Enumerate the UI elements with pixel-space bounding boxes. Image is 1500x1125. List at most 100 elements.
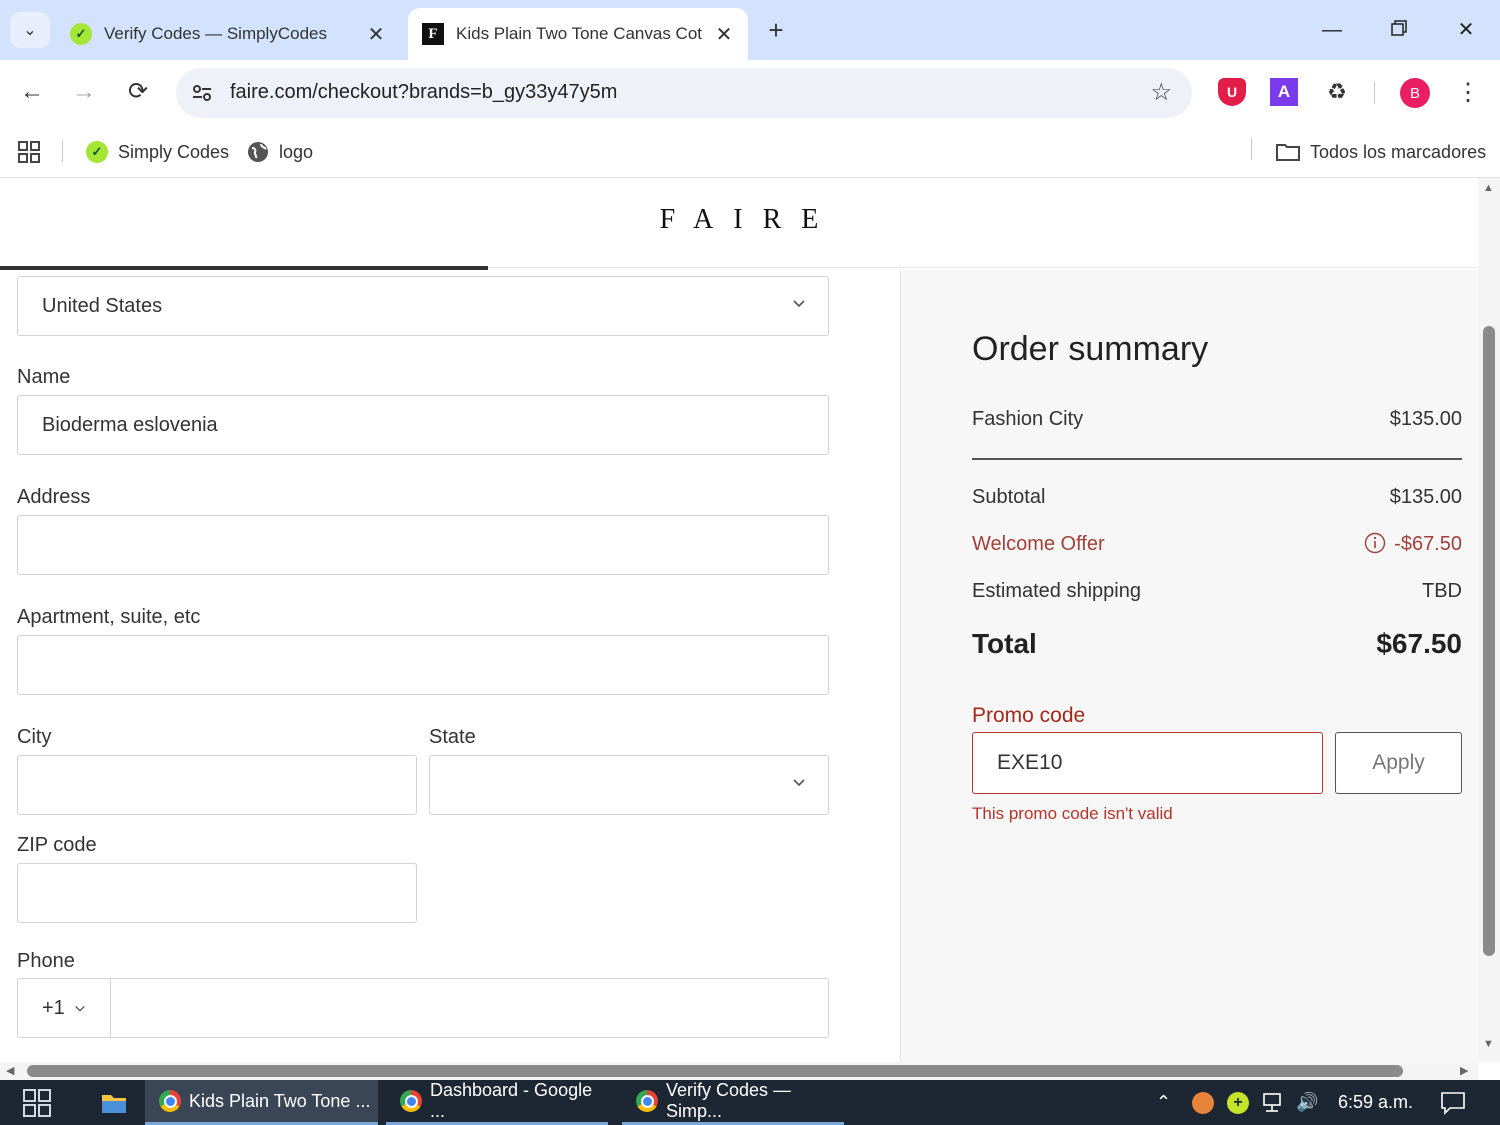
zip-label: ZIP code [17, 834, 97, 856]
info-icon[interactable] [1364, 532, 1386, 560]
bookmark-star-icon[interactable]: ☆ [1150, 78, 1172, 107]
extensions-puzzle-icon[interactable]: ♻ [1323, 78, 1351, 106]
url-text: faire.com/checkout?brands=b_gy33y47y5m [230, 81, 618, 103]
scroll-left-arrow-icon[interactable]: ◀ [6, 1064, 14, 1077]
taskbar-item-label: Kids Plain Two Tone ... [189, 1090, 371, 1111]
bookmark-label: logo [279, 141, 314, 162]
chevron-down-icon [75, 1005, 85, 1012]
chrome-icon [400, 1090, 422, 1112]
simplycodes-icon: ✓ [70, 23, 92, 45]
scroll-up-arrow-icon[interactable]: ▲ [1483, 182, 1494, 194]
brand-amount: $135.00 [1389, 408, 1462, 430]
network-icon[interactable] [1262, 1080, 1286, 1125]
promo-code-input[interactable]: EXE10 [972, 732, 1323, 794]
city-input[interactable] [17, 755, 417, 815]
apartment-input[interactable] [17, 635, 829, 695]
globe-icon [247, 141, 269, 163]
horizontal-scrollbar[interactable]: ◀ ▶ [0, 1062, 1478, 1080]
phone-country-code-select[interactable]: +1 [17, 978, 111, 1038]
profile-avatar[interactable]: B [1400, 78, 1430, 108]
bookmarks-separator [1251, 138, 1252, 160]
apartment-label: Apartment, suite, etc [17, 606, 201, 628]
subtotal-label: Subtotal [972, 486, 1046, 508]
name-label: Name [17, 366, 71, 388]
chevron-down-icon [793, 300, 805, 308]
checkout-page: FAIRE United States Name Bioderma eslove… [0, 178, 1478, 1062]
bookmark-logo[interactable]: logo [247, 136, 313, 168]
address-bar[interactable]: faire.com/checkout?brands=b_gy33y47y5m ☆ [176, 68, 1192, 118]
simplycodes-icon: ✓ [86, 141, 108, 163]
vertical-scrollbar[interactable]: ▲ ▼ [1478, 178, 1500, 1062]
state-select[interactable] [429, 755, 829, 815]
shipping-form: United States Name Bioderma eslovenia Ad… [0, 270, 900, 1062]
welcome-offer-label: Welcome Offer [972, 533, 1105, 555]
ublock-extension-icon[interactable]: U [1218, 78, 1246, 106]
name-input[interactable]: Bioderma eslovenia [17, 395, 829, 455]
address-input[interactable] [17, 515, 829, 575]
bookmark-label: Simply Codes [118, 141, 230, 162]
city-label: City [17, 726, 52, 748]
chevron-down-icon [793, 779, 805, 787]
phone-label: Phone [17, 950, 75, 972]
subtotal-amount: $135.00 [1389, 486, 1462, 508]
faire-logo[interactable]: FAIRE [0, 204, 1478, 236]
tray-simplycodes-icon[interactable]: + [1227, 1080, 1249, 1125]
windows-taskbar: Kids Plain Two Tone ... Dashboard - Goog… [0, 1080, 1500, 1125]
order-summary-title: Order summary [972, 330, 1209, 368]
browser-tabstrip: ⌄ ✓ Verify Codes — SimplyCodes ✕ F Kids … [0, 0, 1500, 60]
taskbar-item-verify-codes[interactable]: Verify Codes — Simp... [622, 1080, 844, 1125]
country-select[interactable]: United States [17, 276, 829, 336]
all-bookmarks-folder[interactable]: Todos los marcadores [1276, 136, 1486, 168]
vertical-scroll-thumb[interactable] [1483, 326, 1495, 956]
apps-grid-icon[interactable] [18, 136, 40, 168]
forward-arrow-icon[interactable]: → [66, 74, 102, 110]
volume-icon[interactable]: 🔊 [1296, 1080, 1318, 1125]
phone-input[interactable] [110, 978, 829, 1038]
show-hidden-icons-icon[interactable]: ⌃ [1156, 1080, 1171, 1125]
brand-name: Fashion City [972, 408, 1084, 430]
scroll-right-arrow-icon[interactable]: ▶ [1460, 1064, 1468, 1077]
back-arrow-icon[interactable]: ← [14, 74, 50, 110]
new-tab-button[interactable]: + [760, 14, 792, 46]
total-amount: $67.50 [1376, 628, 1462, 659]
phone-code: +1 [42, 996, 65, 1019]
minimize-icon[interactable]: — [1310, 12, 1354, 48]
kebab-menu-icon[interactable]: ⋮ [1454, 78, 1482, 108]
chrome-icon [159, 1090, 181, 1112]
welcome-offer-amount: -$67.50 [1394, 533, 1462, 555]
file-explorer-icon[interactable] [86, 1080, 128, 1125]
taskbar-item-faire[interactable]: Kids Plain Two Tone ... [145, 1080, 378, 1125]
apply-promo-button[interactable]: Apply [1335, 732, 1462, 794]
system-clock[interactable]: 6:59 a.m. [1338, 1080, 1413, 1125]
tray-app-icon[interactable] [1192, 1080, 1214, 1125]
zip-input[interactable] [17, 863, 417, 923]
close-window-icon[interactable]: ✕ [1444, 12, 1488, 48]
promo-code-label: Promo code [972, 704, 1086, 727]
restore-icon[interactable] [1377, 12, 1421, 48]
taskbar-item-dashboard[interactable]: Dashboard - Google ... [386, 1080, 608, 1125]
address-label: Address [17, 486, 91, 508]
horizontal-scroll-thumb[interactable] [27, 1065, 1403, 1077]
reload-icon[interactable]: ⟳ [120, 74, 156, 110]
bookmark-simply-codes[interactable]: ✓ Simply Codes [86, 136, 229, 168]
site-settings-icon[interactable] [190, 81, 214, 105]
close-tab-icon[interactable]: ✕ [714, 22, 734, 47]
taskbar-item-label: Verify Codes — Simp... [666, 1080, 792, 1121]
state-label: State [429, 726, 476, 748]
chevron-down-icon: ⌄ [23, 22, 37, 39]
notifications-icon[interactable] [1440, 1080, 1466, 1125]
total-label: Total [972, 628, 1037, 659]
site-header: FAIRE [0, 178, 1478, 268]
a-extension-icon[interactable]: A [1270, 78, 1298, 106]
close-tab-icon[interactable]: ✕ [366, 22, 386, 47]
tab-search-button[interactable]: ⌄ [10, 12, 50, 48]
promo-error-message: This promo code isn't valid [972, 804, 1173, 823]
shipping-label: Estimated shipping [972, 580, 1141, 602]
tab-title: Kids Plain Two Tone Canvas Cot [456, 24, 703, 43]
scroll-down-arrow-icon[interactable]: ▼ [1483, 1038, 1494, 1050]
task-view-icon[interactable] [12, 1080, 52, 1125]
order-summary-panel: Order summary Fashion City $135.00 Subto… [901, 270, 1478, 1062]
browser-tab-verify-codes[interactable]: ✓ Verify Codes — SimplyCodes ✕ [56, 8, 400, 60]
browser-tab-faire[interactable]: F Kids Plain Two Tone Canvas Cot ✕ [408, 8, 748, 60]
country-value: United States [42, 294, 163, 317]
